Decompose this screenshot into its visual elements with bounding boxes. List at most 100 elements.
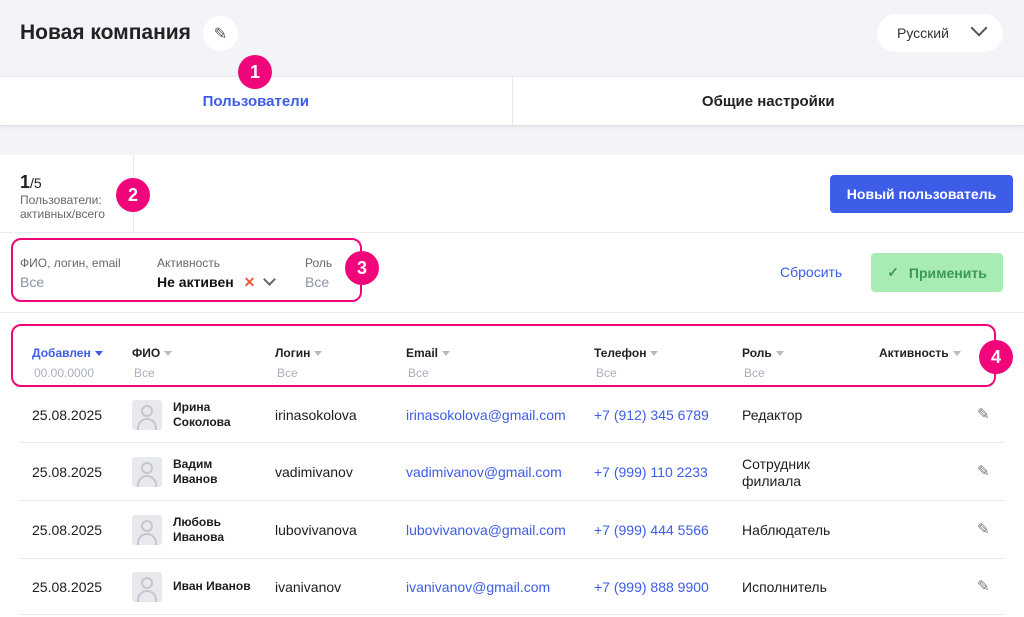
- name-cell: Иван Иванов: [173, 579, 251, 593]
- users-stats: 1/5 Пользователи: активных/всего: [20, 172, 105, 221]
- reset-button[interactable]: Сбросить: [780, 264, 842, 280]
- avatar: [132, 400, 162, 430]
- annotation-badge-3: 3: [345, 251, 379, 285]
- edit-user-button[interactable]: ✎: [977, 520, 990, 538]
- stats-label: Пользователи:: [20, 193, 102, 207]
- login-cell: irinasokolova: [275, 407, 357, 423]
- filter-search[interactable]: ФИО, логин, email Все: [20, 256, 121, 290]
- pencil-icon: ✎: [977, 406, 990, 423]
- clear-icon[interactable]: ✕: [244, 274, 256, 290]
- phone-link[interactable]: +7 (999) 110 2233: [594, 464, 708, 480]
- column-filter[interactable]: Все: [596, 366, 617, 380]
- sort-icon: [164, 351, 173, 357]
- role-cell: Исполнитель: [742, 579, 827, 595]
- table-row[interactable]: 25.08.2025 Вадим Иванов vadimivanov vadim…: [20, 443, 1004, 501]
- tab-general-settings[interactable]: Общие настройки: [511, 77, 1024, 125]
- date-cell: 25.08.2025: [32, 579, 103, 595]
- column-label: Email: [406, 346, 439, 360]
- column-filter[interactable]: Все: [134, 366, 155, 380]
- email-link[interactable]: vadimivanov@gmail.com: [406, 464, 562, 480]
- pencil-icon: ✎: [977, 463, 990, 480]
- column-filter[interactable]: Все: [744, 366, 765, 380]
- date-cell: 25.08.2025: [32, 407, 103, 423]
- active-count: 1: [20, 172, 31, 192]
- avatar: [132, 457, 162, 487]
- edit-user-button[interactable]: ✎: [977, 405, 990, 423]
- chevron-down-icon: [970, 19, 988, 37]
- sort-icon: [775, 351, 784, 357]
- filter-activity[interactable]: Активность Не активен ✕: [157, 256, 277, 291]
- phone-link[interactable]: +7 (912) 345 6789: [594, 407, 709, 423]
- date-cell: 25.08.2025: [32, 522, 103, 538]
- annotation-badge-1: 1: [238, 55, 272, 89]
- column-header[interactable]: Роль: [742, 346, 784, 360]
- column-label: Телефон: [594, 346, 647, 360]
- avatar: [132, 515, 162, 545]
- login-cell: lubovivanova: [275, 522, 357, 538]
- role-cell: Наблюдатель: [742, 522, 831, 538]
- role-cell: Редактор: [742, 407, 803, 423]
- column-filter[interactable]: 00.00.0000: [34, 366, 94, 380]
- column-filter[interactable]: Все: [277, 366, 298, 380]
- sort-icon: [952, 351, 961, 357]
- stats-label-2: активных/всего: [20, 207, 105, 221]
- filter-value: Все: [305, 274, 330, 290]
- phone-link[interactable]: +7 (999) 444 5566: [594, 522, 709, 538]
- column-header[interactable]: Email: [406, 346, 451, 360]
- column-label: Роль: [742, 346, 772, 360]
- edit-user-button[interactable]: ✎: [977, 577, 990, 595]
- divider: [0, 232, 1024, 233]
- filter-label: ФИО, логин, email: [20, 256, 121, 270]
- column-label: Активность: [879, 346, 949, 360]
- column-header[interactable]: Логин: [275, 346, 323, 360]
- email-link[interactable]: irinasokolova@gmail.com: [406, 407, 566, 423]
- language-value: Русский: [897, 25, 949, 41]
- login-cell: vadimivanov: [275, 464, 353, 480]
- apply-label: Применить: [908, 264, 987, 281]
- login-cell: ivanivanov: [275, 579, 342, 595]
- tabs: Пользователи Общие настройки: [0, 76, 1024, 126]
- role-cell: Сотрудник филиала: [742, 456, 811, 489]
- pencil-icon: ✎: [977, 521, 990, 538]
- pencil-icon: ✎: [213, 25, 228, 43]
- sort-icon: [94, 351, 103, 357]
- column-label: Логин: [275, 346, 311, 360]
- name-cell: Ирина Соколова: [173, 400, 231, 429]
- column-label: ФИО: [132, 346, 161, 360]
- chevron-down-icon[interactable]: [263, 273, 277, 286]
- divider: [0, 312, 1024, 313]
- column-header[interactable]: Телефон: [594, 346, 659, 360]
- page-title: Новая компания: [20, 21, 191, 44]
- table-row[interactable]: 25.08.2025 Любовь Иванова lubovivanova lu…: [20, 501, 1004, 559]
- column-header[interactable]: ФИО: [132, 346, 173, 360]
- filter-label: Роль: [305, 256, 333, 270]
- column-header[interactable]: Добавлен: [32, 346, 103, 360]
- table-row[interactable]: 25.08.2025 Ирина Соколова irinasokolova i…: [20, 387, 1004, 443]
- email-link[interactable]: ivanivanov@gmail.com: [406, 579, 550, 595]
- total-count: /5: [30, 175, 42, 191]
- filter-value: Все: [20, 274, 45, 290]
- edit-title-button[interactable]: ✎: [203, 16, 238, 51]
- edit-user-button[interactable]: ✎: [977, 462, 990, 480]
- column-header[interactable]: Активность: [879, 346, 961, 360]
- apply-button[interactable]: ✓ Применить: [871, 253, 1003, 292]
- column-label: Добавлен: [32, 346, 91, 360]
- filter-label: Активность: [157, 256, 221, 270]
- sort-icon: [650, 351, 659, 357]
- phone-link[interactable]: +7 (999) 888 9900: [594, 579, 709, 595]
- annotation-badge-2: 2: [116, 178, 150, 212]
- annotation-badge-4: 4: [979, 340, 1013, 374]
- language-select[interactable]: Русский: [877, 14, 1003, 52]
- filter-value: Не активен: [157, 274, 234, 290]
- sort-icon: [314, 351, 323, 357]
- column-filter[interactable]: Все: [408, 366, 429, 380]
- avatar: [132, 572, 162, 602]
- new-user-button[interactable]: Новый пользователь: [830, 175, 1013, 213]
- date-cell: 25.08.2025: [32, 464, 103, 480]
- pencil-icon: ✎: [977, 578, 990, 595]
- name-cell: Любовь Иванова: [173, 515, 224, 544]
- table-row[interactable]: 25.08.2025 Иван Иванов ivanivanov ivaniv…: [20, 559, 1004, 615]
- email-link[interactable]: lubovivanova@gmail.com: [406, 522, 566, 538]
- filter-role[interactable]: Роль Все: [305, 256, 332, 290]
- sort-icon: [442, 351, 451, 357]
